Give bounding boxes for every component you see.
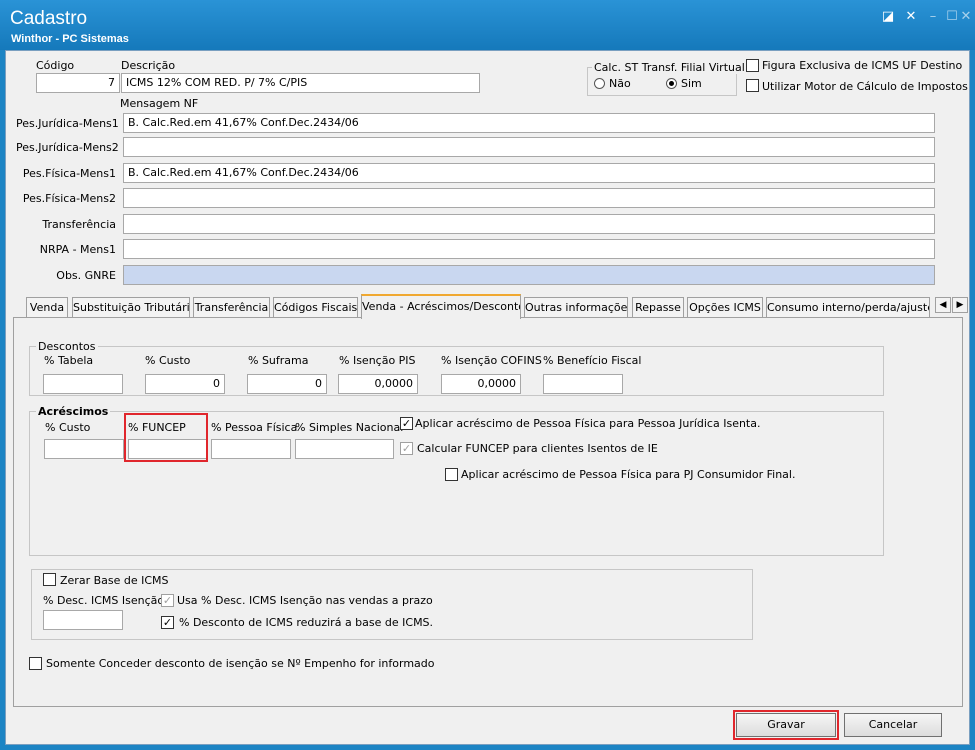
zerar-base-icms-label: Zerar Base de ICMS [60, 574, 169, 587]
obs-gnre-label: Obs. GNRE [56, 269, 116, 282]
tab-substituicao-tributaria[interactable]: Substituição Tributária [72, 297, 190, 318]
codigo-label: Código [36, 59, 75, 72]
desc-icms-isencao-input[interactable] [43, 610, 123, 630]
utilizar-motor-checkbox[interactable] [746, 79, 759, 92]
tab-opcoes-icms[interactable]: Opções ICMS [687, 297, 763, 318]
tab-panel: Descontos % Tabela % Custo 0 % Suframa 0… [13, 317, 963, 707]
utilizar-motor-label: Utilizar Motor de Cálculo de Impostos [762, 80, 968, 93]
desc-tabela-input[interactable] [43, 374, 123, 394]
desc-isencao-pis-input[interactable]: 0,0000 [338, 374, 418, 394]
aplicar-pf-pj-isento-label: Aplicar acréscimo de Pessoa Física para … [415, 417, 761, 430]
transferencia-label: Transferência [42, 218, 116, 231]
pj-mens1-label: Pes.Jurídica-Mens1 [16, 117, 119, 130]
desc-beneficio-fiscal-label: % Benefício Fiscal [543, 354, 642, 367]
window-subtitle: Winthor - PC Sistemas [11, 33, 129, 45]
calc-st-nao-label: Não [609, 77, 631, 90]
aplicar-pf-pj-consumidor-checkbox[interactable] [445, 468, 458, 481]
desc-reduzira-base-label: % Desconto de ICMS reduzirá a base de IC… [179, 616, 434, 629]
acr-pessoa-fisica-input[interactable] [211, 439, 291, 459]
calc-st-label: Calc. ST Transf. Filial Virtual [592, 61, 747, 74]
desc-icms-isencao-label: % Desc. ICMS Isenção [43, 594, 165, 607]
desc-isencao-cofins-input[interactable]: 0,0000 [441, 374, 521, 394]
tab-scroll-left-icon[interactable]: ◀ [935, 297, 951, 313]
obs-gnre-input[interactable] [123, 265, 935, 285]
desc-tabela-label: % Tabela [44, 354, 94, 367]
usa-desc-prazo-label: Usa % Desc. ICMS Isenção nas vendas a pr… [177, 594, 433, 607]
acr-pessoa-fisica-label: % Pessoa Física [211, 421, 298, 434]
pj-mens1-input[interactable]: B. Calc.Red.em 41,67% Conf.Dec.2434/06 [123, 113, 935, 133]
calcular-funcep-checkbox: ✓ [400, 442, 413, 455]
gravar-highlight [733, 710, 839, 740]
tab-venda[interactable]: Venda [26, 297, 68, 318]
pf-mens1-input[interactable]: B. Calc.Red.em 41,67% Conf.Dec.2434/06 [123, 163, 935, 183]
tab-scroll-right-icon[interactable]: ▶ [952, 297, 968, 313]
acr-custo-input[interactable] [44, 439, 124, 459]
calcular-funcep-label: Calcular FUNCEP para clientes Isentos de… [417, 442, 658, 455]
close-small-icon[interactable]: ✕ [903, 9, 919, 25]
descricao-input[interactable]: ICMS 12% COM RED. P/ 7% C/PIS [121, 73, 480, 93]
tab-repasse[interactable]: Repasse [632, 297, 684, 318]
pj-mens2-label: Pes.Jurídica-Mens2 [16, 141, 119, 154]
transferencia-input[interactable] [123, 214, 935, 234]
title-bar: Cadastro Winthor - PC Sistemas ◪ ✕ – ☐ ✕ [0, 0, 975, 50]
acrescimos-title: Acréscimos [36, 405, 111, 418]
tab-consumo-interno[interactable]: Consumo interno/perda/ajuste [766, 297, 930, 318]
pj-mens2-input[interactable] [123, 137, 935, 157]
calc-st-sim-radio[interactable] [666, 78, 677, 89]
tab-codigos-fiscais[interactable]: Códigos Fiscais [273, 297, 358, 318]
desc-suframa-label: % Suframa [248, 354, 309, 367]
descricao-label: Descrição [121, 59, 176, 72]
calc-st-nao-radio[interactable] [594, 78, 605, 89]
aplicar-pf-pj-consumidor-label: Aplicar acréscimo de Pessoa Física para … [461, 468, 796, 481]
window: Cadastro Winthor - PC Sistemas ◪ ✕ – ☐ ✕… [0, 0, 975, 750]
close-icon: ✕ [960, 9, 972, 24]
desc-suframa-input[interactable]: 0 [247, 374, 327, 394]
figura-exclusiva-checkbox[interactable] [746, 59, 759, 72]
figura-exclusiva-label: Figura Exclusiva de ICMS UF Destino [762, 59, 963, 72]
tab-transferencia[interactable]: Transferência [193, 297, 270, 318]
pf-mens1-label: Pes.Física-Mens1 [22, 167, 116, 180]
desc-reduzira-base-checkbox[interactable]: ✓ [161, 616, 174, 629]
usa-desc-prazo-checkbox: ✓ [161, 594, 174, 607]
aplicar-pf-pj-isento-checkbox[interactable]: ✓ [400, 417, 413, 430]
nrpa-mens1-label: NRPA - Mens1 [39, 243, 116, 256]
acr-simples-nacional-input[interactable] [295, 439, 394, 459]
acr-custo-label: % Custo [45, 421, 91, 434]
minimize-icon: – [929, 9, 937, 24]
codigo-input[interactable]: 7 [36, 73, 120, 93]
desc-custo-label: % Custo [145, 354, 191, 367]
somente-conceder-checkbox[interactable] [29, 657, 42, 670]
funcep-highlight [124, 413, 208, 462]
descontos-title: Descontos [36, 340, 98, 353]
desc-isencao-cofins-label: % Isenção COFINS [441, 354, 542, 367]
calc-st-sim-label: Sim [681, 77, 702, 90]
pf-mens2-input[interactable] [123, 188, 935, 208]
tab-outras-informacoes[interactable]: Outras informações [524, 297, 628, 318]
acr-simples-nacional-label: % Simples Nacional [295, 421, 404, 434]
zerar-base-icms-checkbox[interactable] [43, 573, 56, 586]
cancelar-button[interactable]: Cancelar [844, 713, 942, 737]
window-title: Cadastro [10, 8, 88, 29]
somente-conceder-label: Somente Conceder desconto de isenção se … [46, 657, 435, 670]
pf-mens2-label: Pes.Física-Mens2 [22, 192, 116, 205]
desc-isencao-pis-label: % Isenção PIS [339, 354, 416, 367]
form-client-area: Código 7 Descrição ICMS 12% COM RED. P/ … [5, 50, 970, 745]
restore-icon[interactable]: ◪ [880, 9, 896, 25]
mensagem-nf-label: Mensagem NF [120, 97, 199, 110]
desc-beneficio-fiscal-input[interactable] [543, 374, 623, 394]
nrpa-mens1-input[interactable] [123, 239, 935, 259]
desc-custo-input[interactable]: 0 [145, 374, 225, 394]
tab-venda-acrescimos-descontos[interactable]: Venda - Acréscimos/Descontos [361, 294, 521, 319]
